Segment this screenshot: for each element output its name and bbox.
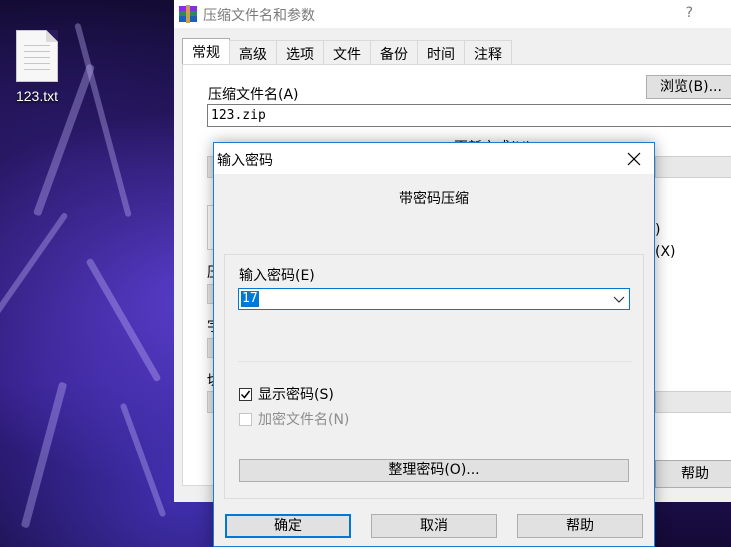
enter-password-label: 输入密码(E)	[239, 268, 315, 284]
tab-comment[interactable]: 注释	[464, 40, 512, 65]
tab-general[interactable]: 常规	[182, 38, 230, 66]
password-dialog-subtitle: 带密码压缩	[399, 191, 469, 207]
desktop-file-label: 123.txt	[15, 88, 59, 104]
help-button[interactable]: 帮助	[517, 514, 643, 538]
main-help-button[interactable]: 帮助	[655, 460, 731, 488]
close-icon[interactable]	[624, 149, 644, 169]
tab-advanced[interactable]: 高级	[229, 40, 277, 65]
partial-option-label: (X)	[655, 244, 676, 260]
window-title: 压缩文件名和参数	[203, 8, 315, 24]
show-password-label: 显示密码(S)	[258, 387, 334, 403]
help-icon[interactable]: ?	[686, 5, 693, 21]
encrypt-filenames-label: 加密文件名(N)	[258, 412, 350, 428]
text-file-icon	[16, 30, 58, 82]
cancel-button[interactable]: 取消	[371, 514, 497, 538]
partial-option-label: )	[655, 222, 661, 238]
tab-time[interactable]: 时间	[417, 40, 465, 65]
encrypt-filenames-checkbox[interactable]: 加密文件名(N)	[239, 409, 349, 429]
tab-options[interactable]: 选项	[276, 40, 324, 65]
browse-button[interactable]: 浏览(B)...	[646, 75, 731, 99]
password-dialog: 输入密码 带密码压缩 输入密码(E) 17 显示密码(S) 加密文件名(N) 整…	[213, 142, 655, 547]
archive-name-label: 压缩文件名(A)	[208, 87, 299, 103]
archive-name-value: 123.zip	[211, 108, 266, 123]
archive-name-field[interactable]: 123.zip	[207, 104, 731, 127]
organize-passwords-button[interactable]: 整理密码(O)...	[239, 459, 629, 482]
tab-backup[interactable]: 备份	[370, 40, 418, 65]
partial-select[interactable]	[655, 391, 731, 413]
ok-button[interactable]: 确定	[225, 514, 351, 538]
password-combo[interactable]: 17	[238, 288, 630, 310]
tab-strip: 常规 高级 选项 文件 备份 时间 注释	[182, 38, 512, 66]
show-password-checkbox[interactable]: 显示密码(S)	[239, 384, 334, 404]
password-dialog-title-bar[interactable]: 输入密码	[214, 143, 654, 174]
tab-files[interactable]: 文件	[323, 40, 371, 65]
title-bar[interactable]: 压缩文件名和参数 ?	[174, 0, 731, 28]
password-value: 17	[241, 291, 259, 307]
divider	[238, 361, 632, 362]
winrar-icon	[179, 5, 197, 23]
checkbox-unchecked-icon	[239, 412, 252, 426]
password-dialog-title: 输入密码	[217, 153, 273, 169]
desktop-file-icon[interactable]: 123.txt	[8, 30, 66, 104]
chevron-down-icon[interactable]	[613, 293, 625, 305]
checkbox-checked-icon	[239, 387, 252, 401]
update-mode-select[interactable]	[655, 156, 731, 178]
